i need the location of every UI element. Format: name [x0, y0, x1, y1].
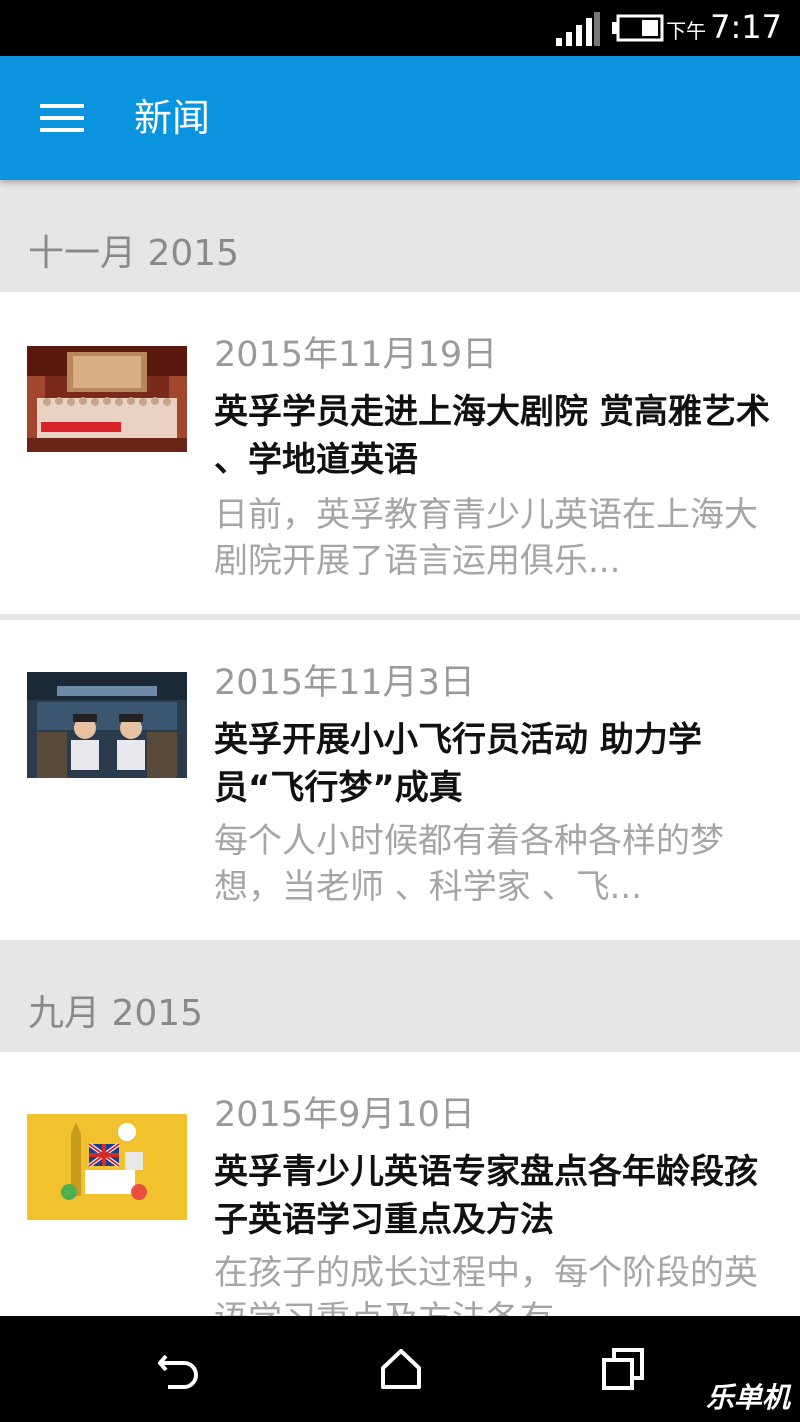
news-date: 2015年9月10日 — [214, 1095, 475, 1135]
status-bar: 下午 7:17 — [0, 0, 800, 56]
section-label: 十一月 2015 — [28, 233, 240, 274]
news-item[interactable]: 2015年11月19日 英孚学员走进上海大剧院 赏高雅艺术 、学地道英语 日前，… — [0, 292, 800, 614]
news-summary: 在孩子的成长过程中，每个阶段的英语学习重点及方法各有... — [214, 1253, 758, 1316]
status-clock: 7:17 — [710, 8, 782, 46]
section-label: 九月 2015 — [28, 993, 204, 1034]
news-date: 2015年11月19日 — [214, 335, 498, 375]
app-bar: 新闻 — [0, 56, 800, 180]
news-date: 2015年11月3日 — [214, 663, 475, 703]
recent-apps-icon[interactable] — [600, 1346, 646, 1392]
status-ampm: 下午 — [666, 19, 707, 43]
hamburger-menu-icon[interactable] — [40, 102, 84, 134]
status-time: 下午 7:17 — [666, 8, 782, 48]
section-header-november: 十一月 2015 — [0, 180, 800, 292]
home-icon[interactable] — [378, 1346, 424, 1392]
news-thumbnail — [27, 346, 187, 452]
cellular-signal-icon — [556, 12, 600, 46]
page-title: 新闻 — [134, 96, 211, 140]
news-list[interactable]: 十一月 2015 2015年11月19日 英孚学员走进上海大剧院 赏高雅艺术 、… — [0, 180, 800, 1316]
news-summary: 每个人小时候都有着各种各样的梦想，当老师 、科学家 、飞... — [214, 821, 724, 907]
news-title: 英孚学员走进上海大剧院 赏高雅艺术 、学地道英语 — [214, 392, 770, 480]
news-item[interactable]: 2015年9月10日 英孚青少儿英语专家盘点各年龄段孩子英语学习重点及方法 在孩… — [0, 1052, 800, 1316]
watermark: 乐单机 — [705, 1381, 790, 1414]
battery-icon — [612, 14, 664, 42]
news-title: 英孚青少儿英语专家盘点各年龄段孩子英语学习重点及方法 — [214, 1152, 758, 1240]
news-item[interactable]: 2015年11月3日 英孚开展小小飞行员活动 助力学员“飞行梦”成真 每个人小时… — [0, 620, 800, 940]
back-icon[interactable] — [156, 1346, 202, 1392]
news-thumbnail — [27, 672, 187, 778]
news-summary: 日前，英孚教育青少儿英语在上海大剧院开展了语言运用俱乐... — [214, 495, 758, 581]
news-title: 英孚开展小小飞行员活动 助力学员“飞行梦”成真 — [214, 720, 702, 808]
section-header-september: 九月 2015 — [0, 940, 800, 1052]
navigation-bar: 乐单机 — [0, 1316, 800, 1422]
news-thumbnail — [27, 1114, 187, 1220]
